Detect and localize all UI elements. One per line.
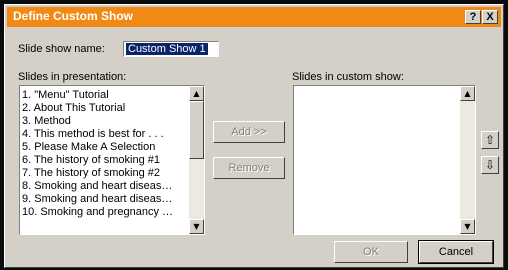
slides-in-custom-show-label: Slides in custom show:	[292, 71, 404, 83]
show-name-value: Custom Show 1	[126, 43, 208, 55]
dialog-title: Define Custom Show	[13, 9, 134, 23]
move-up-button[interactable]: ⇧	[481, 131, 499, 149]
up-arrow-icon: ⇧	[484, 133, 496, 147]
scroll-down-button[interactable]: ▼	[189, 219, 204, 234]
down-arrow-icon: ⇩	[484, 158, 496, 172]
help-button[interactable]: ?	[465, 10, 481, 24]
add-button[interactable]: Add >>	[213, 121, 285, 143]
custom-scroll-up-button[interactable]: ▲	[460, 86, 475, 101]
slide-list-item[interactable]: 10. Smoking and pregnancy …	[22, 206, 173, 219]
show-name-label: Slide show name:	[18, 43, 105, 55]
show-name-input[interactable]: Custom Show 1	[123, 41, 219, 57]
define-custom-show-dialog: Define Custom Show ? X Slide show name: …	[4, 4, 504, 268]
slide-list-item[interactable]: 3. Method	[22, 115, 173, 128]
scroll-up-button[interactable]: ▲	[189, 86, 204, 101]
scroll-thumb[interactable]	[189, 101, 204, 159]
slide-list-item[interactable]: 2. About This Tutorial	[22, 102, 173, 115]
remove-button[interactable]: Remove	[213, 157, 285, 179]
slide-list-item[interactable]: 5. Please Make A Selection	[22, 141, 173, 154]
cancel-button[interactable]: Cancel	[418, 240, 494, 264]
slides-in-custom-show-list[interactable]: ▲ ▼	[293, 85, 476, 235]
slide-list-item[interactable]: 6. The history of smoking #1	[22, 154, 173, 167]
custom-scroll-down-button[interactable]: ▼	[460, 219, 475, 234]
title-bar[interactable]: Define Custom Show ? X	[7, 7, 501, 27]
slide-list-item[interactable]: 9. Smoking and heart diseas…	[22, 193, 173, 206]
custom-show-scrollbar[interactable]: ▲ ▼	[460, 86, 475, 234]
move-down-button[interactable]: ⇩	[481, 156, 499, 174]
slide-list-item[interactable]: 8. Smoking and heart diseas…	[22, 180, 173, 193]
slides-in-presentation-label: Slides in presentation:	[18, 71, 127, 83]
presentation-scrollbar[interactable]: ▲ ▼	[189, 86, 204, 234]
slide-list-item[interactable]: 7. The history of smoking #2	[22, 167, 173, 180]
slides-in-presentation-list[interactable]: 1. "Menu" Tutorial 2. About This Tutorial…	[19, 85, 205, 235]
slide-list-item[interactable]: 4. This method is best for . . .	[22, 128, 173, 141]
slide-list-item[interactable]: 1. "Menu" Tutorial	[22, 89, 173, 102]
ok-button[interactable]: OK	[334, 241, 408, 263]
close-button[interactable]: X	[482, 10, 498, 24]
